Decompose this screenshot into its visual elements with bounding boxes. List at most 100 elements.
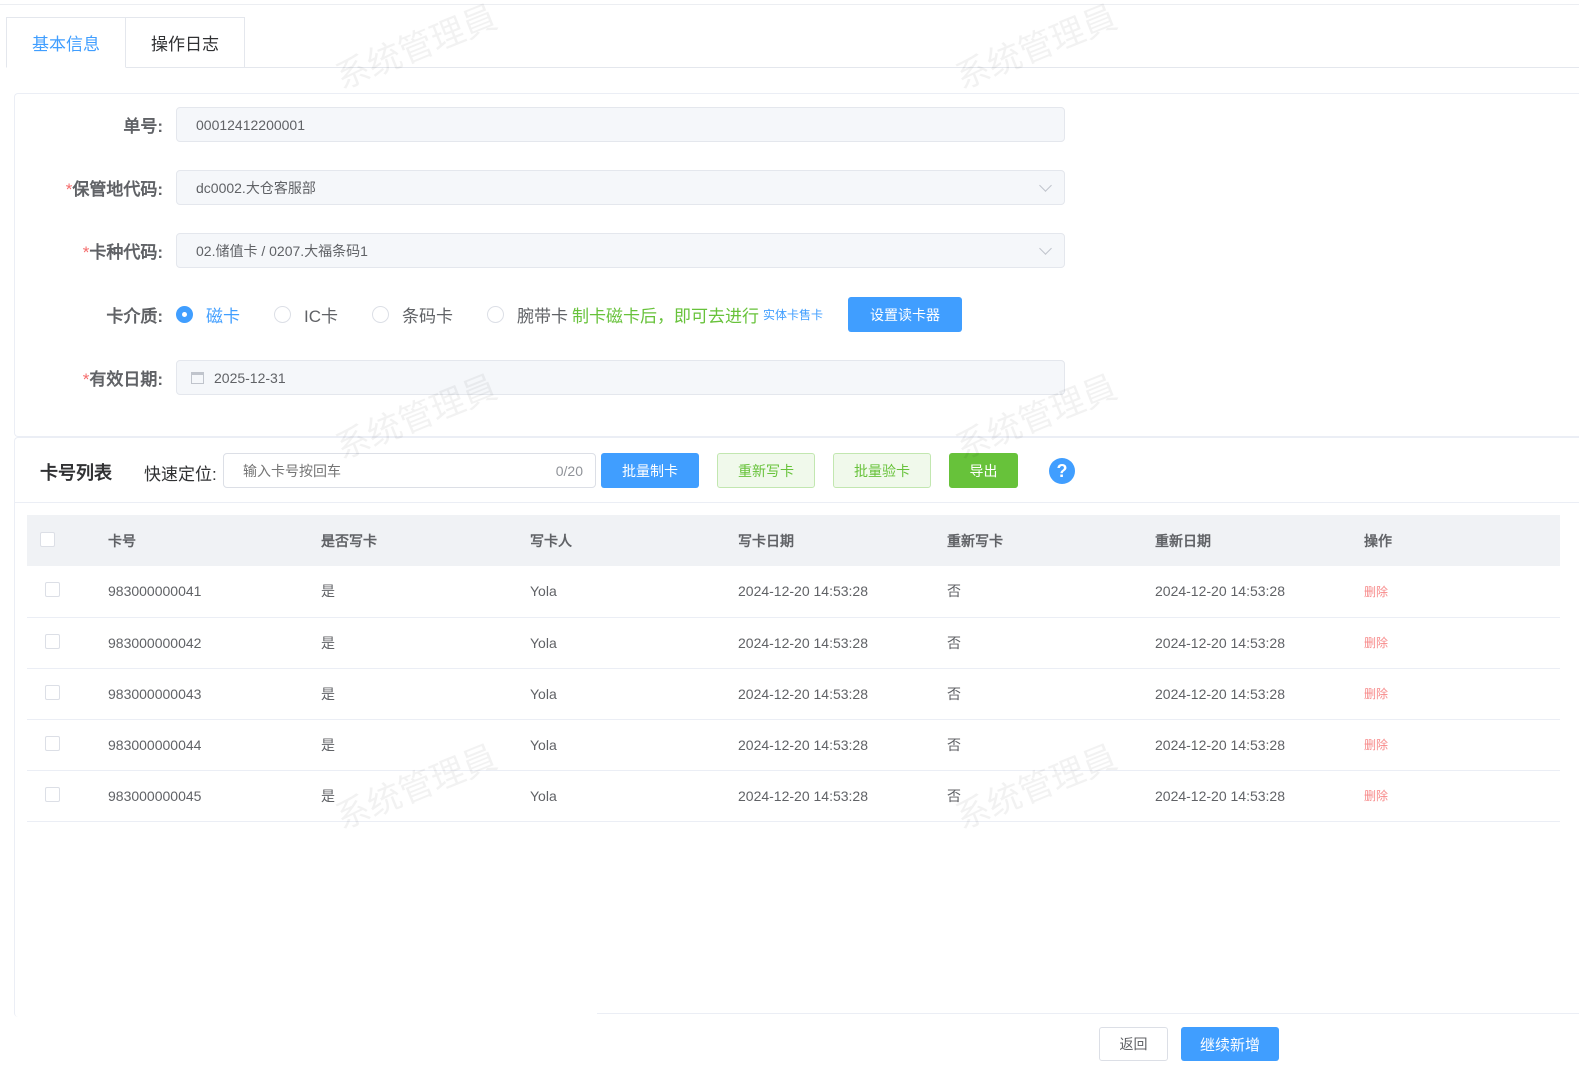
table-cell: Yola	[530, 719, 738, 771]
row-select-cell	[27, 617, 108, 669]
table-cell: 否	[947, 566, 1155, 618]
row-checkbox[interactable]	[45, 735, 60, 751]
card-type-label-text: 卡种代码:	[89, 243, 163, 262]
row-select-cell	[27, 770, 108, 822]
toolbar-divider	[15, 502, 1579, 503]
quick-locate-label: 快速定位:	[144, 465, 217, 484]
export-button[interactable]: 导出	[949, 453, 1018, 488]
radio-icon	[372, 306, 389, 323]
location-label-text: 保管地代码:	[72, 180, 163, 199]
table-cell: 否	[947, 770, 1155, 822]
table-cell: 983000000041	[108, 566, 321, 618]
help-icon[interactable]: ?	[1049, 458, 1075, 484]
chevron-down-icon	[1039, 179, 1052, 192]
radio-label: 条码卡	[402, 307, 453, 326]
table-header: 卡号 是否写卡 写卡人 写卡日期 重新写卡 重新日期 操作	[27, 515, 1560, 566]
column-header: 重新写卡	[947, 515, 1155, 566]
table-cell: 否	[947, 668, 1155, 720]
card-search-input[interactable]: 0/20	[223, 453, 596, 488]
table-cell: 2024-12-20 14:53:28	[1155, 668, 1364, 720]
expiry-value: 2025-12-31	[214, 369, 286, 386]
row-select-cell	[27, 566, 108, 618]
order-no-label: 单号:	[123, 117, 163, 136]
card-type-label: *卡种代码:	[15, 238, 163, 263]
delete-link[interactable]: 删除	[1364, 687, 1388, 701]
continue-add-button[interactable]: 继续新增	[1181, 1027, 1279, 1061]
expiry-label: *有效日期:	[15, 365, 163, 390]
action-cell: 删除	[1364, 566, 1560, 618]
row-checkbox[interactable]	[45, 786, 60, 802]
card-list-title: 卡号列表	[40, 463, 112, 483]
expiry-date-field[interactable]: 2025-12-31	[176, 360, 1065, 395]
column-header: 是否写卡	[321, 515, 530, 566]
medium-hint: 制卡磁卡后，即可去进行	[572, 307, 759, 326]
row-checkbox[interactable]	[45, 633, 60, 649]
watermark: 系统管理員	[330, 0, 503, 98]
column-header: 卡号	[108, 515, 321, 566]
search-count: 0/20	[555, 462, 583, 479]
chevron-down-icon	[1039, 242, 1052, 255]
watermark: 系统管理員	[950, 0, 1123, 98]
radio-checked-icon	[176, 306, 193, 323]
back-button[interactable]: 返回	[1099, 1027, 1168, 1061]
table-cell: 983000000042	[108, 617, 321, 669]
table-cell: 否	[947, 719, 1155, 771]
table-cell: 2024-12-20 14:53:28	[738, 566, 947, 618]
radio-label: IC卡	[304, 307, 338, 326]
batch-make-button[interactable]: 批量制卡	[601, 453, 699, 488]
column-header: 写卡日期	[738, 515, 947, 566]
table-row: 983000000042 是 Yola 2024-12-20 14:53:28 否 202…	[27, 617, 1560, 669]
table-cell: 是	[321, 770, 530, 822]
row-select-cell	[27, 719, 108, 771]
delete-link[interactable]: 删除	[1364, 789, 1388, 803]
tab-basic-info[interactable]: 基本信息	[6, 17, 126, 68]
radio-magnetic[interactable]: 磁卡	[176, 302, 240, 327]
set-reader-button[interactable]: 设置读卡器	[848, 297, 962, 332]
select-all-cell	[27, 515, 108, 566]
row-checkbox[interactable]	[45, 684, 60, 700]
select-all-checkbox[interactable]	[40, 531, 55, 547]
action-cell: 删除	[1364, 719, 1560, 771]
top-divider	[0, 4, 1579, 5]
footer-divider	[597, 1013, 1579, 1014]
rewrite-button[interactable]: 重新写卡	[717, 453, 815, 488]
table-cell: 是	[321, 566, 530, 618]
radio-wristband[interactable]: 腕带卡	[487, 302, 568, 327]
delete-link[interactable]: 删除	[1364, 585, 1388, 599]
table-row: 983000000045 是 Yola 2024-12-20 14:53:28 否 202…	[27, 770, 1560, 822]
table-cell: 是	[321, 719, 530, 771]
card-table: 卡号 是否写卡 写卡人 写卡日期 重新写卡 重新日期 操作 983000000041 是 Yol…	[27, 515, 1560, 822]
table-cell: Yola	[530, 617, 738, 669]
row-select-cell	[27, 668, 108, 720]
card-sale-link[interactable]: 实体卡售卡	[763, 306, 823, 323]
table-cell: 983000000045	[108, 770, 321, 822]
table-cell: 2024-12-20 14:53:28	[738, 719, 947, 771]
order-no-field: 00012412200001	[176, 107, 1065, 142]
action-cell: 删除	[1364, 770, 1560, 822]
action-cell: 删除	[1364, 617, 1560, 669]
column-header: 写卡人	[530, 515, 738, 566]
delete-link[interactable]: 删除	[1364, 636, 1388, 650]
location-value: dc0002.大仓客服部	[196, 179, 316, 196]
tab-bar: 基本信息 操作日志	[6, 17, 245, 68]
radio-barcode[interactable]: 条码卡	[372, 302, 453, 327]
batch-verify-button[interactable]: 批量验卡	[833, 453, 931, 488]
radio-icon	[274, 306, 291, 323]
radio-ic[interactable]: IC卡	[274, 302, 338, 327]
table-cell: 2024-12-20 14:53:28	[1155, 566, 1364, 618]
card-type-value: 02.储值卡 / 0207.大福条码1	[196, 242, 368, 259]
tab-operation-log[interactable]: 操作日志	[126, 17, 245, 68]
table-row: 983000000044 是 Yola 2024-12-20 14:53:28 否 202…	[27, 719, 1560, 771]
card-type-select[interactable]: 02.储值卡 / 0207.大福条码1	[176, 233, 1065, 268]
delete-link[interactable]: 删除	[1364, 738, 1388, 752]
column-header: 重新日期	[1155, 515, 1364, 566]
radio-label: 磁卡	[206, 307, 240, 326]
calendar-icon	[191, 371, 204, 384]
location-select[interactable]: dc0002.大仓客服部	[176, 170, 1065, 205]
table-cell: 2024-12-20 14:53:28	[738, 617, 947, 669]
row-checkbox[interactable]	[45, 582, 60, 598]
location-label: *保管地代码:	[15, 175, 163, 200]
table-cell: 2024-12-20 14:53:28	[738, 668, 947, 720]
card-search-text[interactable]	[243, 462, 556, 479]
table-cell: 983000000043	[108, 668, 321, 720]
